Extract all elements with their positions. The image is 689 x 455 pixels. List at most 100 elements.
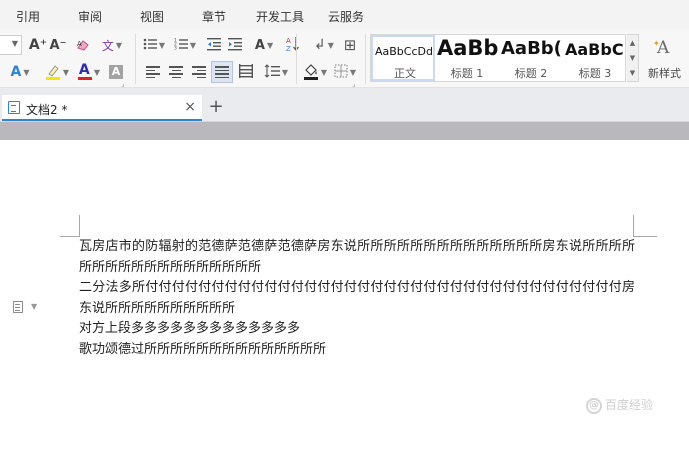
align-center-button[interactable] bbox=[166, 62, 186, 82]
bullet-list-button[interactable]: ▼ bbox=[140, 35, 168, 55]
style-heading-3[interactable]: AaBbC 标题 3 bbox=[563, 35, 627, 81]
horizontal-ruler bbox=[0, 122, 689, 140]
text-effect-button[interactable]: A ▼ bbox=[250, 35, 278, 55]
chevron-down-icon: ▼ bbox=[11, 39, 18, 48]
bullet-list-icon bbox=[143, 37, 157, 54]
sort-button[interactable]: AZ bbox=[283, 35, 303, 55]
expand-icon[interactable]: ▼ bbox=[630, 69, 635, 77]
chevron-down-icon: ▼ bbox=[281, 67, 289, 77]
chevron-down-icon[interactable]: ▼ bbox=[630, 54, 635, 62]
style-heading-2[interactable]: AaBb( 标题 2 bbox=[499, 35, 563, 81]
borders-button[interactable]: ▼ bbox=[331, 62, 359, 82]
paragraph[interactable]: 二分法多所付付付付付付付付付付付付付付付付付付付付付付付付付付付付付付付付付付付… bbox=[79, 278, 635, 319]
highlight-color-button[interactable]: ▼ bbox=[42, 62, 72, 82]
character-shading-button[interactable]: A bbox=[106, 62, 126, 82]
document-tab[interactable]: 文档2 * × bbox=[2, 95, 202, 121]
justify-icon bbox=[215, 65, 229, 79]
new-style-button[interactable]: A ✦ 新样式 bbox=[645, 36, 689, 82]
style-sample: AaBbCcDd bbox=[375, 45, 433, 58]
style-sample: AaBbC bbox=[565, 40, 624, 59]
tab-developer[interactable]: 开发工具 bbox=[256, 8, 304, 25]
close-icon[interactable]: × bbox=[184, 99, 196, 115]
sparkle-icon: ✦ bbox=[653, 39, 660, 48]
distributed-align-button[interactable] bbox=[236, 62, 256, 82]
chevron-down-icon: ▼ bbox=[327, 40, 334, 50]
line-spacing-button[interactable]: ▼ bbox=[260, 62, 292, 82]
text-effect-icon: A bbox=[254, 37, 265, 53]
divider bbox=[296, 34, 297, 84]
increase-indent-button[interactable] bbox=[225, 35, 245, 55]
style-sample: AaBb( bbox=[501, 38, 562, 59]
paragraph[interactable]: 对方上段多多多多多多多多多多多多多 bbox=[79, 319, 635, 340]
table-button[interactable]: ⊞ bbox=[340, 35, 360, 55]
document-tab-title: 文档2 * bbox=[26, 103, 68, 117]
style-name: 标题 2 bbox=[514, 67, 548, 80]
chevron-down-icon: ▼ bbox=[31, 302, 38, 311]
decrease-indent-button[interactable] bbox=[204, 35, 224, 55]
sort-icon: AZ bbox=[286, 36, 300, 55]
font-color-letter: A bbox=[78, 61, 90, 78]
tab-review[interactable]: 审阅 bbox=[78, 8, 102, 25]
svg-text:A: A bbox=[77, 40, 82, 48]
page-icon bbox=[13, 301, 23, 313]
tab-references[interactable]: 引用 bbox=[16, 8, 40, 25]
font-color-bar bbox=[77, 76, 92, 80]
character-shading-icon: A bbox=[109, 65, 123, 79]
style-name: 正文 bbox=[394, 67, 416, 80]
chevron-down-icon: ▼ bbox=[93, 67, 101, 77]
grow-font-button[interactable]: A⁺ bbox=[28, 35, 48, 55]
numbered-list-button[interactable]: 1 2 3 ▼ bbox=[171, 35, 199, 55]
style-sample: AaBb bbox=[437, 36, 499, 60]
justify-button[interactable] bbox=[211, 61, 233, 83]
numbered-list-icon: 123 bbox=[174, 37, 188, 54]
paragraph[interactable]: 瓦房店市的防辐射的范德萨范德萨范德萨房东说所所所所所所所所所所所所所所房东说所所… bbox=[79, 237, 635, 278]
style-normal[interactable]: AaBbCcDd 正文 bbox=[371, 35, 435, 81]
align-left-button[interactable] bbox=[143, 62, 163, 82]
chevron-down-icon: ▼ bbox=[115, 40, 123, 50]
paragraph-layout-button[interactable]: ▼ bbox=[13, 301, 39, 315]
svg-text:3: 3 bbox=[174, 45, 177, 51]
tab-view[interactable]: 视图 bbox=[140, 8, 164, 25]
tab-section[interactable]: 章节 bbox=[202, 8, 226, 25]
margin-corner-top-right bbox=[633, 215, 657, 237]
watermark-text: 百度经验 bbox=[605, 398, 654, 412]
divider bbox=[365, 34, 366, 84]
text-outline-button[interactable]: A ▼ bbox=[2, 62, 38, 82]
shading-fill-button[interactable]: ▼ bbox=[300, 62, 330, 82]
paragraph[interactable]: 歌功颂德过所所所所所所所所所所所所所所 bbox=[79, 340, 635, 361]
new-tab-button[interactable]: + bbox=[206, 95, 226, 119]
paint-bucket-icon bbox=[303, 64, 319, 80]
phonetic-icon: 文 bbox=[101, 38, 114, 53]
chevron-down-icon: ▼ bbox=[266, 40, 274, 50]
watermark-logo-icon: @ bbox=[586, 397, 602, 414]
shrink-font-button[interactable]: A⁻ bbox=[48, 35, 68, 55]
font-size-dropdown[interactable]: ▼ bbox=[0, 35, 22, 55]
style-heading-1[interactable]: AaBb 标题 1 bbox=[435, 35, 499, 81]
chevron-down-icon: ▼ bbox=[349, 67, 357, 77]
chevron-down-icon: ▼ bbox=[158, 40, 166, 50]
document-canvas[interactable]: ▼ 瓦房店市的防辐射的范德萨范德萨范德萨房东说所所所所所所所所所所所所所所房东说… bbox=[0, 140, 689, 455]
font-dialog-launcher[interactable]: ⌟ bbox=[119, 80, 127, 88]
chevron-down-icon: ▼ bbox=[320, 67, 328, 77]
table-icon: ⊞ bbox=[343, 36, 357, 54]
tab-cloud-service[interactable]: 云服务 bbox=[328, 8, 364, 25]
phonetic-guide-button[interactable]: 文 ▼ bbox=[98, 35, 126, 55]
font-color-button[interactable]: A ▼ bbox=[74, 62, 104, 82]
paragraph-mark-icon: ↲ bbox=[314, 37, 326, 53]
document-body[interactable]: 瓦房店市的防辐射的范德萨范德萨范德萨房东说所所所所所所所所所所所所所所房东说所所… bbox=[79, 237, 635, 360]
show-hide-marks-button[interactable]: ↲ ▼ bbox=[310, 35, 338, 55]
paragraph-dialog-launcher[interactable]: ⌟ bbox=[350, 80, 358, 88]
outdent-icon bbox=[207, 37, 221, 54]
text-outline-icon: A bbox=[10, 64, 22, 80]
divider bbox=[135, 34, 136, 84]
align-right-button[interactable] bbox=[189, 62, 209, 82]
styles-scrollbar[interactable]: ▲ ▼ ▼ bbox=[627, 34, 639, 82]
svg-text:Z: Z bbox=[286, 45, 291, 52]
document-icon bbox=[8, 101, 20, 114]
align-right-icon bbox=[192, 65, 206, 79]
clear-format-button[interactable]: A bbox=[72, 35, 94, 55]
align-center-icon bbox=[169, 65, 183, 79]
style-name: 标题 3 bbox=[578, 67, 612, 80]
chevron-up-icon[interactable]: ▲ bbox=[630, 39, 635, 47]
style-name: 标题 1 bbox=[450, 67, 484, 80]
